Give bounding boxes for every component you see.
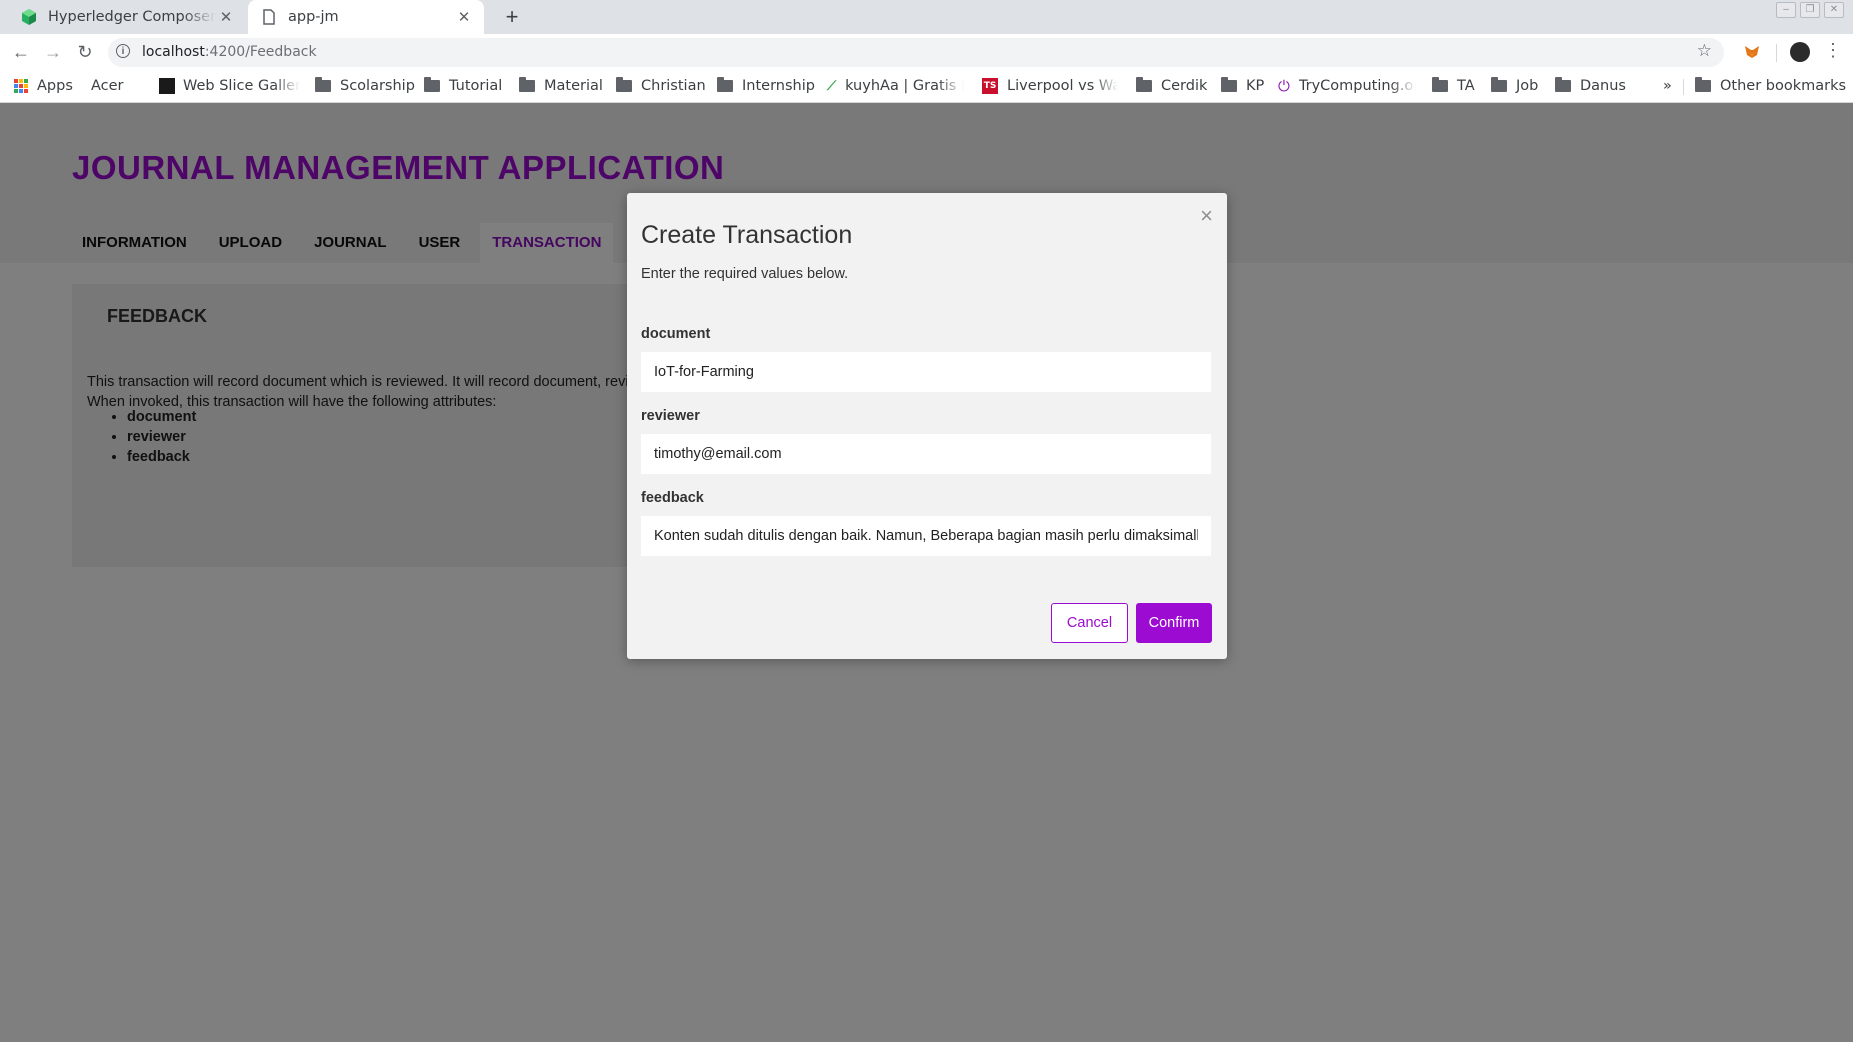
folder-icon [315,77,331,92]
reload-icon[interactable]: ↻ [72,39,98,65]
bookmark-acer[interactable]: Acer [91,76,124,193]
tab-close-icon[interactable]: ✕ [216,8,236,26]
reviewer-input[interactable] [641,434,1211,474]
bookmark-label: Material [544,78,603,94]
bookmark-star-icon[interactable]: ☆ [1697,41,1712,61]
bookmark-label: Other bookmarks [1720,78,1847,94]
bookmark-danus[interactable]: Danus [1555,76,1626,96]
confirm-button[interactable]: Confirm [1136,603,1212,643]
back-arrow-icon[interactable]: ← [8,39,34,65]
modal-close-icon[interactable]: × [1200,203,1213,229]
bookmark-label: Acer [91,78,124,94]
bookmark-label: Apps [37,78,73,94]
bookmark-label: Scolarship [340,78,415,94]
metamask-fox-icon[interactable] [1744,44,1760,60]
bookmark-liverpool-vs-watford[interactable]: TS Liverpool vs Watford [982,76,1118,96]
folder-icon [1221,77,1237,92]
browser-toolbar: ← → ↻ i localhost:4200/Feedback ☆ ⋮ [0,34,1853,71]
forward-arrow-icon[interactable]: → [40,39,66,65]
document-input[interactable] [641,352,1211,392]
bookmark-label: TA [1457,78,1475,94]
profile-avatar[interactable] [1790,42,1810,62]
tab-hyperledger[interactable]: Hyperledger Composer Rest Server ✕ [8,0,246,34]
bookmark-label: Liverpool vs Watford [1007,78,1118,94]
tab-title: Hyperledger Composer Rest Server [48,9,216,25]
bookmark-trycomputing[interactable]: ⏻ TryComputing.org [1278,76,1416,96]
modal-subtitle: Enter the required values below. [641,266,849,282]
bookmark-label: TryComputing.org [1298,78,1416,94]
reviewer-label: reviewer [641,408,700,424]
site-info-icon[interactable]: i [116,44,130,58]
bookmark-material[interactable]: Material [519,76,603,96]
bookmark-web-slice-gallery[interactable]: Web Slice Gallery [159,76,300,96]
page-icon [260,8,278,26]
bookmark-label: Danus [1580,78,1626,94]
bookmark-internship[interactable]: Internship [717,76,815,96]
bookmarks-bar: Apps Acer Web Slice Gallery Scolarship T… [0,71,1853,193]
browser-tab-strip: Hyperledger Composer Rest Server ✕ app-j… [0,0,1853,34]
power-icon: ⏻ [1278,77,1290,95]
bookmark-christian[interactable]: Christian [616,76,706,96]
folder-icon [1136,77,1152,92]
ts-logo-icon: TS [982,78,998,94]
folder-icon [1695,77,1711,92]
folder-icon [424,77,440,92]
bookmark-kuyhaa[interactable]: ⟋ kuyhAa | Gratis Download [827,76,964,96]
bookmarks-overflow-chevron[interactable]: » [1663,76,1672,96]
tab-close-icon[interactable]: ✕ [454,8,474,26]
bookmark-label: kuyhAa | Gratis Download [845,78,964,94]
bookmark-cerdik[interactable]: Cerdik [1136,76,1207,96]
kuyhaa-icon: ⟋ [827,78,837,94]
browser-menu-icon[interactable]: ⋮ [1824,40,1842,61]
window-close-icon[interactable]: ✕ [1824,2,1844,18]
folder-icon [616,77,632,92]
url-text: localhost:4200/Feedback [142,44,317,60]
modal-title: Create Transaction [641,221,853,249]
folder-icon [519,77,535,92]
bookmark-apps[interactable]: Apps [14,76,73,96]
bookmark-label: KP [1246,78,1265,94]
bookmark-other-bookmarks[interactable]: Other bookmarks [1695,76,1846,96]
feedback-label: feedback [641,490,704,506]
folder-icon [1432,77,1448,92]
bookmark-label: Cerdik [1161,78,1208,94]
bookmark-label: Christian [641,78,706,94]
url-path: :4200/Feedback [204,44,317,60]
web-slice-icon [159,78,175,94]
url-host: localhost [142,44,205,60]
folder-icon [1555,77,1571,92]
create-transaction-modal: × Create Transaction Enter the required … [627,193,1227,659]
cancel-button[interactable]: Cancel [1051,603,1128,643]
apps-grid-icon [14,79,28,93]
document-label: document [641,326,711,342]
tab-app-jm[interactable]: app-jm ✕ [248,0,484,34]
new-tab-plus-icon[interactable]: + [498,3,526,31]
bookmarks-separator [1683,79,1684,95]
bookmark-ta[interactable]: TA [1432,76,1475,96]
window-restore-icon[interactable]: ❐ [1800,2,1820,18]
bookmark-tutorial[interactable]: Tutorial [424,76,502,96]
folder-icon [1491,77,1507,92]
bookmark-label: Web Slice Gallery [183,78,300,94]
bookmark-label: Job [1516,78,1539,94]
toolbar-separator [1776,44,1777,62]
bookmark-label: Internship [742,78,815,94]
tab-title: app-jm [288,9,339,25]
window-minimize-icon[interactable]: – [1776,2,1796,18]
bookmark-scolarship[interactable]: Scolarship [315,76,415,96]
folder-icon [717,77,733,92]
bookmark-label: Tutorial [449,78,503,94]
bookmark-job[interactable]: Job [1491,76,1538,96]
address-bar[interactable]: i localhost:4200/Feedback ☆ [108,38,1724,67]
hyperledger-cube-icon [20,8,38,26]
feedback-input[interactable] [641,516,1211,556]
bookmark-kp[interactable]: KP [1221,76,1264,96]
